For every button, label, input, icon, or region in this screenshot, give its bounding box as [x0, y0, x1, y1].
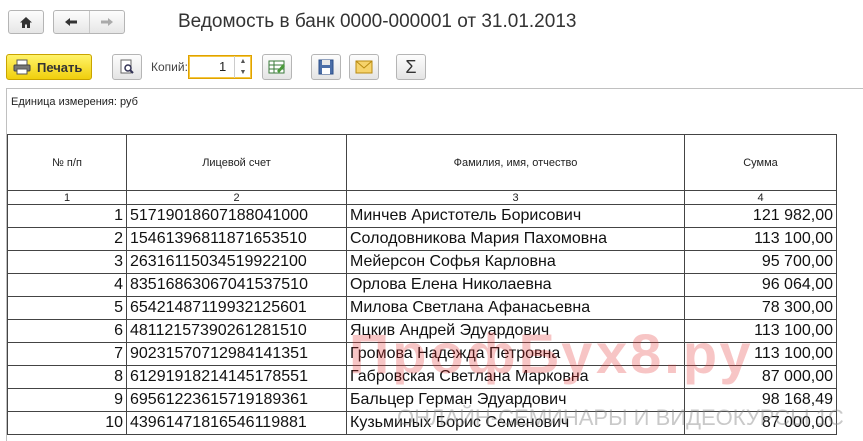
table-row: 10 43961471816546119881 Кузьминых Борис … — [7, 411, 837, 435]
account-number[interactable]: 90231570712984141351 — [126, 342, 347, 366]
table-row: 8 61291918214145178551 Габровская Светла… — [7, 365, 837, 389]
forward-button[interactable] — [90, 11, 125, 33]
row-number[interactable]: 9 — [7, 388, 127, 412]
row-number[interactable]: 7 — [7, 342, 127, 366]
table-row: 7 90231570712984141351 Громова Надежда П… — [7, 342, 837, 366]
employee-name[interactable]: Минчев Аристотель Борисович — [346, 204, 685, 228]
employee-name[interactable]: Орлова Елена Николаевна — [346, 273, 685, 297]
account-number[interactable]: 61291918214145178551 — [126, 365, 347, 389]
employee-name[interactable]: Громова Надежда Петровна — [346, 342, 685, 366]
row-number[interactable]: 1 — [7, 204, 127, 228]
amount[interactable]: 87 000,00 — [684, 365, 837, 389]
floppy-disk-icon — [318, 59, 334, 75]
row-number[interactable]: 2 — [7, 227, 127, 251]
amount[interactable]: 96 064,00 — [684, 273, 837, 297]
header-row-number: № п/п — [7, 134, 127, 191]
row-number[interactable]: 4 — [7, 273, 127, 297]
email-button[interactable] — [349, 54, 379, 80]
spreadsheet-document[interactable]: Единица измерения: руб № п/п Лицевой сче… — [6, 88, 863, 441]
amount[interactable]: 87 000,00 — [684, 411, 837, 435]
account-number[interactable]: 65421487119932125601 — [126, 296, 347, 320]
account-number[interactable]: 48112157390261281510 — [126, 319, 347, 343]
column-number: 1 — [7, 190, 127, 205]
column-number: 4 — [684, 190, 837, 205]
envelope-icon — [355, 60, 373, 74]
page-preview-icon — [120, 59, 134, 74]
home-button[interactable] — [8, 10, 44, 34]
table-row: 2 15461396811871653510 Солодовникова Мар… — [7, 227, 837, 251]
table-row: 6 48112157390261281510 Яцкив Андрей Эдуа… — [7, 319, 837, 343]
sum-button[interactable]: Σ — [396, 54, 426, 80]
account-number[interactable]: 43961471816546119881 — [126, 411, 347, 435]
window-title: Ведомость в банк 0000-000001 от 31.01.20… — [178, 11, 577, 32]
copies-value: 1 — [219, 59, 227, 74]
back-button[interactable] — [54, 11, 90, 33]
account-number[interactable]: 26316115034519922100 — [126, 250, 347, 274]
amount[interactable]: 78 300,00 — [684, 296, 837, 320]
printer-icon — [13, 59, 31, 75]
amount[interactable]: 95 700,00 — [684, 250, 837, 274]
preview-button[interactable] — [112, 54, 142, 80]
column-number: 2 — [126, 190, 347, 205]
copies-spinner[interactable]: ▲ ▼ — [234, 56, 251, 78]
employee-name[interactable]: Кузьминых Борис Семенович — [346, 411, 685, 435]
row-number[interactable]: 6 — [7, 319, 127, 343]
table-row: 1 51719018607188041000 Минчев Аристотель… — [7, 204, 837, 228]
bank-statement-table: № п/п Лицевой счет Фамилия, имя, отчеств… — [7, 134, 837, 435]
table-row: 4 83516863067041537510 Орлова Елена Нико… — [7, 273, 837, 297]
amount[interactable]: 113 100,00 — [684, 342, 837, 366]
history-nav — [53, 10, 125, 34]
print-label: Печать — [37, 59, 83, 75]
employee-name[interactable]: Мейерсон Софья Карловна — [346, 250, 685, 274]
employee-name[interactable]: Габровская Светлана Марковна — [346, 365, 685, 389]
header-full-name: Фамилия, имя, отчество — [346, 134, 685, 191]
arrow-right-icon — [100, 18, 113, 26]
table-row: 3 26316115034519922100 Мейерсон Софья Ка… — [7, 250, 837, 274]
edit-table-button[interactable] — [262, 54, 292, 80]
sigma-icon: Σ — [405, 56, 417, 77]
copies-label: Копий: — [151, 60, 188, 74]
unit-of-measure: Единица измерения: руб — [11, 96, 138, 108]
employee-name[interactable]: Бальцер Герман Эдуардович — [346, 388, 685, 412]
employee-name[interactable]: Яцкив Андрей Эдуардович — [346, 319, 685, 343]
header-amount: Сумма — [684, 134, 837, 191]
account-number[interactable]: 83516863067041537510 — [126, 273, 347, 297]
row-number[interactable]: 3 — [7, 250, 127, 274]
home-icon — [20, 16, 32, 28]
employee-name[interactable]: Солодовникова Мария Пахомовна — [346, 227, 685, 251]
header-account: Лицевой счет — [126, 134, 347, 191]
employee-name[interactable]: Милова Светлана Афанасьевна — [346, 296, 685, 320]
amount[interactable]: 113 100,00 — [684, 319, 837, 343]
save-button[interactable] — [311, 54, 341, 80]
column-number: 3 — [346, 190, 685, 205]
amount[interactable]: 98 168,49 — [684, 388, 837, 412]
table-row: 5 65421487119932125601 Милова Светлана А… — [7, 296, 837, 320]
spin-up-icon[interactable]: ▲ — [240, 58, 247, 65]
amount[interactable]: 113 100,00 — [684, 227, 837, 251]
table-edit-icon — [268, 60, 285, 74]
arrow-left-icon — [65, 18, 78, 26]
account-number[interactable]: 69561223615719189361 — [126, 388, 347, 412]
spin-down-icon[interactable]: ▼ — [240, 69, 247, 76]
row-number[interactable]: 8 — [7, 365, 127, 389]
account-number[interactable]: 51719018607188041000 — [126, 204, 347, 228]
account-number[interactable]: 15461396811871653510 — [126, 227, 347, 251]
print-button[interactable]: Печать — [6, 54, 92, 80]
copies-input[interactable]: 1 ▲ ▼ — [188, 55, 252, 79]
amount[interactable]: 121 982,00 — [684, 204, 837, 228]
row-number[interactable]: 5 — [7, 296, 127, 320]
row-number[interactable]: 10 — [7, 411, 127, 435]
table-row: 9 69561223615719189361 Бальцер Герман Эд… — [7, 388, 837, 412]
